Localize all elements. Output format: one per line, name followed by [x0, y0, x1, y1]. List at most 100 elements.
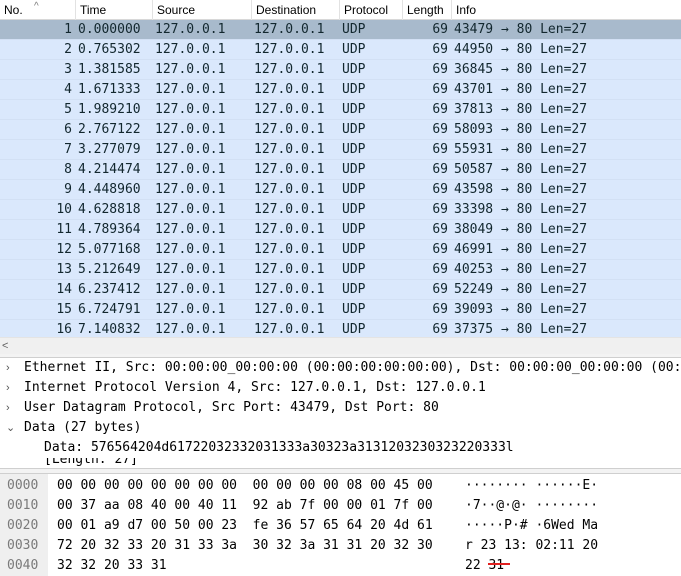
- packet-bytes[interactable]: 0000 00 00 00 00 00 00 00 00 00 00 00 00…: [0, 474, 681, 576]
- column-header-time[interactable]: Time: [76, 0, 153, 20]
- packet-cell-src: 127.0.0.1: [155, 282, 226, 297]
- packet-cell-no: 8: [64, 162, 72, 177]
- packet-rows: 1 0.000000 127.0.0.1 127.0.0.1 UDP 69 43479 → …: [0, 20, 681, 337]
- column-header-no[interactable]: No. ^: [0, 0, 76, 20]
- packet-cell-proto: UDP: [342, 182, 366, 197]
- packet-row[interactable]: 8 4.214474 127.0.0.1 127.0.0.1 UDP 69 50587 → …: [0, 160, 681, 180]
- column-header-destination[interactable]: Destination: [252, 0, 340, 20]
- packet-cell-len: 69: [432, 182, 448, 197]
- packet-row[interactable]: 5 1.989210 127.0.0.1 127.0.0.1 UDP 69 37813 → …: [0, 100, 681, 120]
- packet-cell-no: 15: [56, 302, 72, 317]
- packet-cell-no: 2: [64, 42, 72, 57]
- packet-cell-proto: UDP: [342, 62, 366, 77]
- packet-cell-time: 4.214474: [78, 162, 141, 177]
- packet-cell-len: 69: [432, 302, 448, 317]
- packet-cell-info: 46991 → 80 Len=27: [454, 242, 588, 257]
- expand-chevron-icon[interactable]: ›: [6, 398, 18, 418]
- packet-cell-len: 69: [432, 282, 448, 297]
- packet-row[interactable]: 2 0.765302 127.0.0.1 127.0.0.1 UDP 69 44950 → …: [0, 40, 681, 60]
- packet-row[interactable]: 15 6.724791 127.0.0.1 127.0.0.1 UDP 69 39093 →…: [0, 300, 681, 320]
- hex-bytes[interactable]: 00 00 00 00 00 00 00 00 00 00 00 00 08 0…: [57, 476, 433, 496]
- packet-cell-no: 16: [56, 322, 72, 337]
- expand-chevron-icon[interactable]: ›: [6, 378, 18, 398]
- hex-line: 0000 00 00 00 00 00 00 00 00 00 00 00 00…: [0, 476, 681, 496]
- packet-cell-proto: UDP: [342, 142, 366, 157]
- packet-cell-info: 55931 → 80 Len=27: [454, 142, 588, 157]
- tree-item-label: [Length: 27]: [44, 458, 138, 467]
- collapse-chevron-icon[interactable]: ⌄: [6, 418, 18, 438]
- packet-row[interactable]: 14 6.237412 127.0.0.1 127.0.0.1 UDP 69 52249 →…: [0, 280, 681, 300]
- packet-cell-src: 127.0.0.1: [155, 322, 226, 337]
- hex-line: 0040 32 32 20 33 31 22 31: [0, 556, 681, 576]
- packet-cell-info: 36845 → 80 Len=27: [454, 62, 588, 77]
- packet-cell-no: 3: [64, 62, 72, 77]
- packet-cell-info: 58093 → 80 Len=27: [454, 122, 588, 137]
- packet-cell-dst: 127.0.0.1: [254, 242, 325, 257]
- hex-offset: 0030: [7, 538, 39, 553]
- packet-cell-time: 1.381585: [78, 62, 141, 77]
- packet-cell-info: 43701 → 80 Len=27: [454, 82, 588, 97]
- packet-row[interactable]: 12 5.077168 127.0.0.1 127.0.0.1 UDP 69 46991 →…: [0, 240, 681, 260]
- packet-cell-info: 43479 → 80 Len=27: [454, 22, 588, 37]
- packet-cell-len: 69: [432, 122, 448, 137]
- tree-item-data-value[interactable]: Data: 576564204d61722032332031333a30323a…: [0, 438, 681, 458]
- packet-cell-src: 127.0.0.1: [155, 102, 226, 117]
- packet-cell-no: 7: [64, 142, 72, 157]
- packet-row[interactable]: 10 4.628818 127.0.0.1 127.0.0.1 UDP 69 33398 →…: [0, 200, 681, 220]
- packet-cell-time: 6.724791: [78, 302, 141, 317]
- ascii-bytes[interactable]: ·····P·# ·6Wed Ma: [465, 516, 598, 536]
- tree-item-data-length[interactable]: [Length: 27]: [0, 458, 681, 468]
- packet-row[interactable]: 3 1.381585 127.0.0.1 127.0.0.1 UDP 69 36845 → …: [0, 60, 681, 80]
- packet-row[interactable]: 4 1.671333 127.0.0.1 127.0.0.1 UDP 69 43701 → …: [0, 80, 681, 100]
- packet-cell-proto: UDP: [342, 42, 366, 57]
- column-header-length[interactable]: Length: [403, 0, 452, 20]
- packet-details[interactable]: › Ethernet II, Src: 00:00:00_00:00:00 (0…: [0, 358, 681, 468]
- packet-cell-info: 52249 → 80 Len=27: [454, 282, 588, 297]
- packet-cell-src: 127.0.0.1: [155, 242, 226, 257]
- packet-cell-dst: 127.0.0.1: [254, 282, 325, 297]
- tree-item-ethernet[interactable]: › Ethernet II, Src: 00:00:00_00:00:00 (0…: [0, 358, 681, 378]
- packet-row[interactable]: 16 7.140832 127.0.0.1 127.0.0.1 UDP 69 37375 →…: [0, 320, 681, 337]
- packet-cell-info: 40253 → 80 Len=27: [454, 262, 588, 277]
- packet-cell-time: 5.077168: [78, 242, 141, 257]
- packet-row[interactable]: 6 2.767122 127.0.0.1 127.0.0.1 UDP 69 58093 → …: [0, 120, 681, 140]
- tree-item-data[interactable]: ⌄ Data (27 bytes): [0, 418, 681, 438]
- ascii-bytes[interactable]: r 23 13: 02:11 20: [465, 536, 598, 556]
- packet-cell-len: 69: [432, 242, 448, 257]
- tree-item-label: Data: 576564204d61722032332031333a30323a…: [44, 440, 514, 455]
- packet-cell-src: 127.0.0.1: [155, 202, 226, 217]
- packet-cell-dst: 127.0.0.1: [254, 162, 325, 177]
- packet-cell-src: 127.0.0.1: [155, 302, 226, 317]
- packet-row[interactable]: 1 0.000000 127.0.0.1 127.0.0.1 UDP 69 43479 → …: [0, 20, 681, 40]
- packet-cell-len: 69: [432, 62, 448, 77]
- packet-row[interactable]: 11 4.789364 127.0.0.1 127.0.0.1 UDP 69 38049 →…: [0, 220, 681, 240]
- column-header-info[interactable]: Info: [452, 0, 681, 20]
- tree-item-ip[interactable]: › Internet Protocol Version 4, Src: 127.…: [0, 378, 681, 398]
- packet-row[interactable]: 7 3.277079 127.0.0.1 127.0.0.1 UDP 69 55931 → …: [0, 140, 681, 160]
- packet-cell-proto: UDP: [342, 122, 366, 137]
- packet-cell-time: 7.140832: [78, 322, 141, 337]
- packet-row[interactable]: 13 5.212649 127.0.0.1 127.0.0.1 UDP 69 40253 →…: [0, 260, 681, 280]
- packet-cell-len: 69: [432, 42, 448, 57]
- ascii-bytes[interactable]: ········ ······E·: [465, 476, 598, 496]
- packet-cell-len: 69: [432, 222, 448, 237]
- packet-cell-time: 4.789364: [78, 222, 141, 237]
- packet-cell-dst: 127.0.0.1: [254, 202, 325, 217]
- hex-bytes[interactable]: 00 37 aa 08 40 00 40 11 92 ab 7f 00 00 0…: [57, 496, 433, 516]
- packet-cell-src: 127.0.0.1: [155, 82, 226, 97]
- packet-list-header: No. ^ Time Source Destination Protocol Le…: [0, 0, 681, 20]
- ascii-bytes[interactable]: ·7··@·@· ········: [465, 496, 598, 516]
- packet-row[interactable]: 9 4.448960 127.0.0.1 127.0.0.1 UDP 69 43598 → …: [0, 180, 681, 200]
- scroll-left-icon[interactable]: <: [2, 339, 8, 353]
- hex-bytes[interactable]: 72 20 32 33 20 31 33 3a 30 32 3a 31 31 2…: [57, 536, 433, 556]
- packet-cell-time: 1.989210: [78, 102, 141, 117]
- column-header-protocol[interactable]: Protocol: [340, 0, 403, 20]
- expand-chevron-icon[interactable]: ›: [6, 358, 18, 378]
- ascii-bytes[interactable]: 22 31: [465, 556, 504, 576]
- packet-list[interactable]: No. ^ Time Source Destination Protocol Le…: [0, 0, 681, 337]
- packet-list-scrollbar[interactable]: <: [0, 337, 681, 354]
- tree-item-udp[interactable]: › User Datagram Protocol, Src Port: 4347…: [0, 398, 681, 418]
- column-header-source[interactable]: Source: [153, 0, 252, 20]
- hex-bytes[interactable]: 00 01 a9 d7 00 50 00 23 fe 36 57 65 64 2…: [57, 516, 433, 536]
- hex-bytes[interactable]: 32 32 20 33 31: [57, 556, 167, 576]
